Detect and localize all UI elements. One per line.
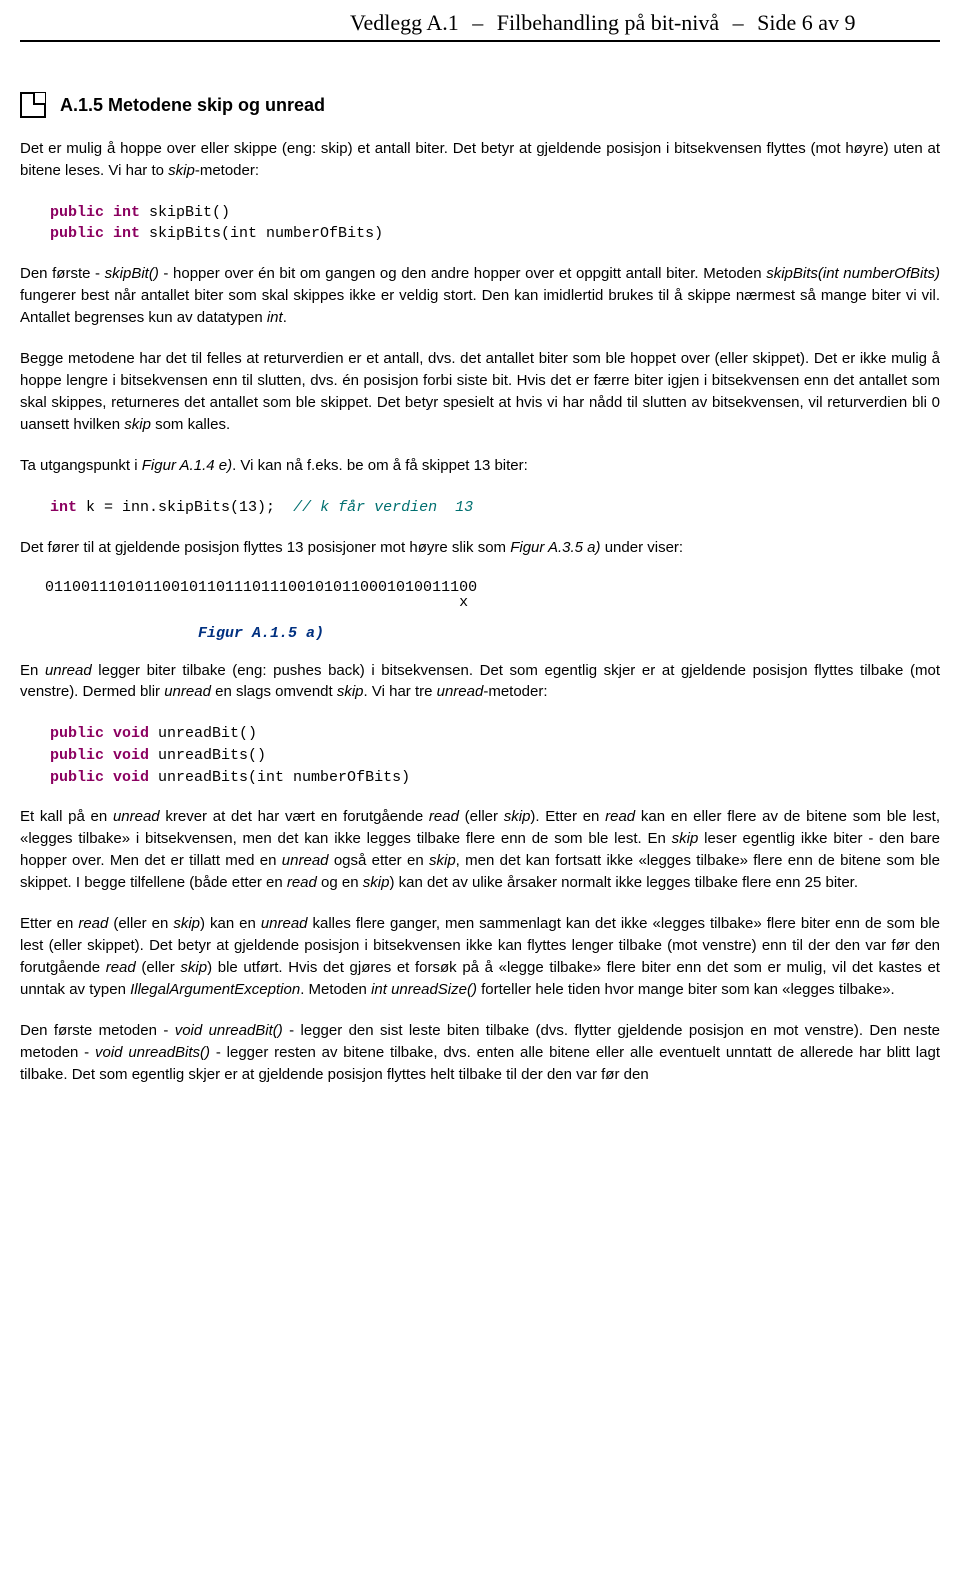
code-block: public int skipBit() public int skipBits… <box>50 202 940 246</box>
bit-cursor: x <box>45 594 940 611</box>
divider <box>20 40 940 42</box>
header-page: Side 6 av 9 <box>757 10 855 35</box>
paragraph: Det er mulig å hoppe over eller skippe (… <box>20 138 940 182</box>
paragraph: En unread legger biter tilbake (eng: pus… <box>20 660 940 704</box>
section-title-text: A.1.5 Metodene skip og unread <box>60 95 325 116</box>
code-block: int k = inn.skipBits(13); // k får verdi… <box>50 497 940 519</box>
note-icon <box>20 92 46 118</box>
paragraph: Den første - skipBit() - hopper over én … <box>20 263 940 328</box>
paragraph: Begge metodene har det til felles at ret… <box>20 348 940 435</box>
paragraph: Et kall på en unread krever at det har v… <box>20 806 940 893</box>
paragraph: Det fører til at gjeldende posisjon flyt… <box>20 537 940 559</box>
paragraph: Etter en read (eller en skip) kan en unr… <box>20 913 940 1000</box>
paragraph: Ta utgangspunkt i Figur A.1.4 e). Vi kan… <box>20 455 940 477</box>
paragraph: Den første metoden - void unreadBit() - … <box>20 1020 940 1085</box>
section-title: A.1.5 Metodene skip og unread <box>20 92 940 118</box>
header-appendix: Vedlegg A.1 <box>350 10 459 35</box>
code-block: public void unreadBit() public void unre… <box>50 723 940 788</box>
page-header: Vedlegg A.1 – Filbehandling på bit-nivå … <box>20 10 940 36</box>
dash-icon: – <box>472 10 483 35</box>
figure-caption: Figur A.1.5 a) <box>198 625 940 642</box>
header-title: Filbehandling på bit-nivå <box>497 10 719 35</box>
dash-icon: – <box>733 10 744 35</box>
